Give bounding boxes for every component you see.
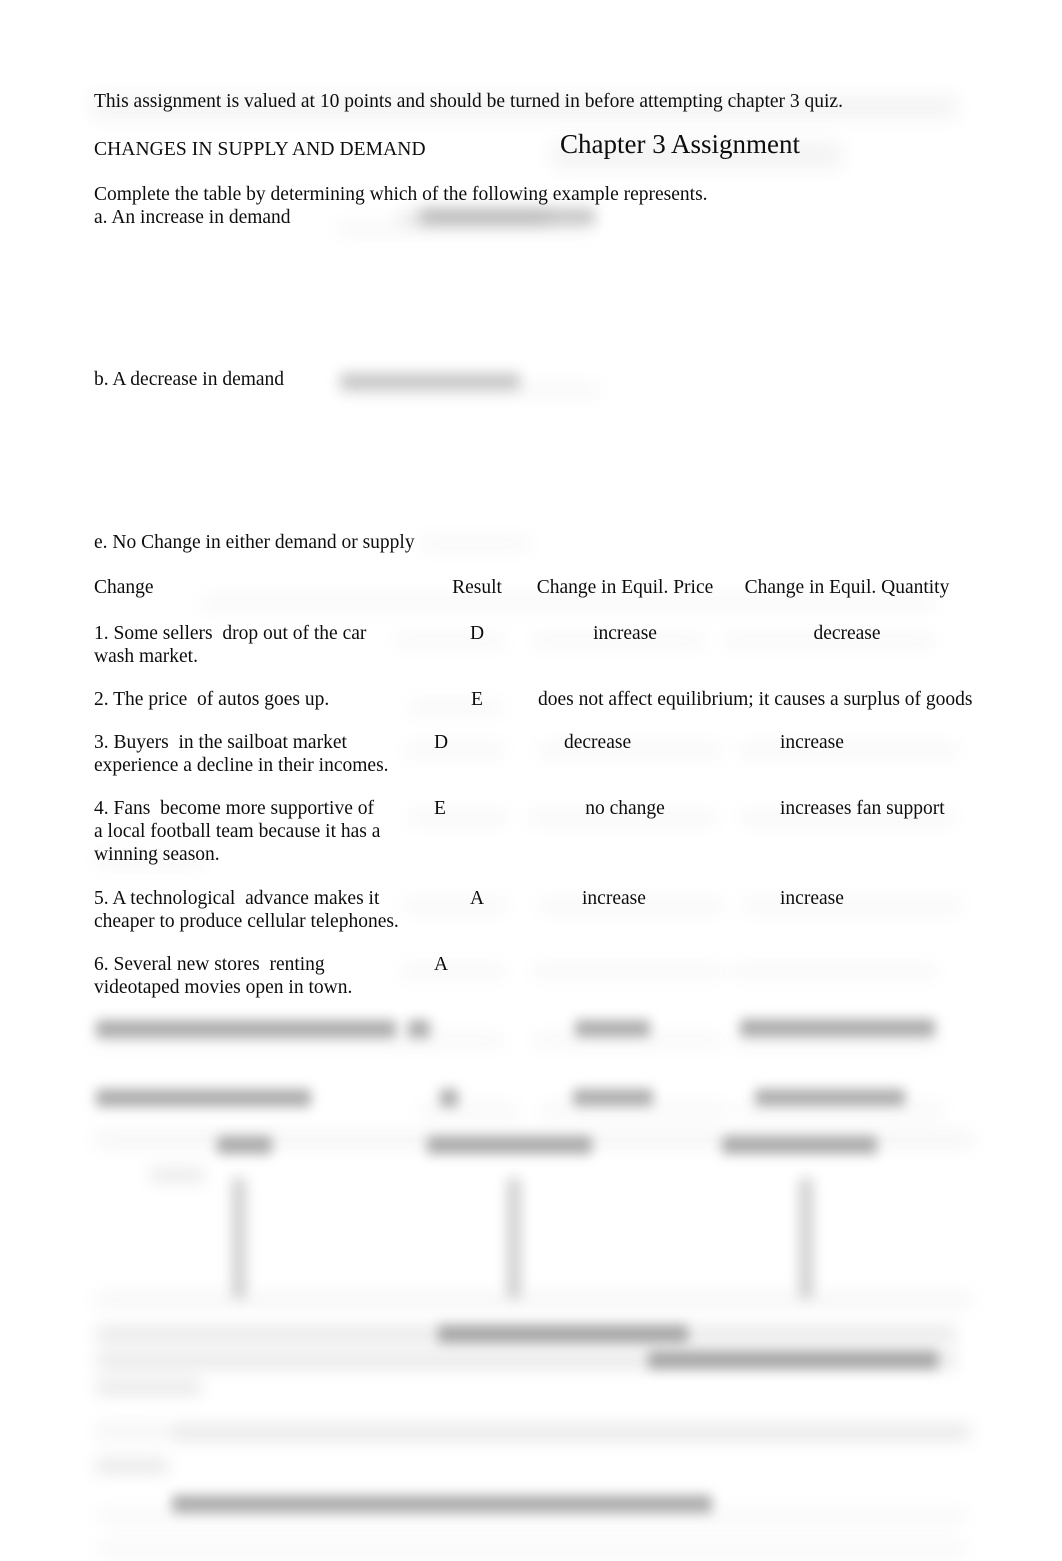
redacted-table-header [427, 1136, 592, 1154]
redacted-table-column [508, 1178, 520, 1298]
redaction-smudge [96, 1545, 966, 1554]
table-row: 2. The price of autos goes up. E does no… [94, 688, 974, 731]
row-quantity-change: increases fan support [780, 798, 945, 819]
row-change-text: 5. A technological advance makes it chea… [94, 888, 399, 932]
redacted-paragraph [172, 1495, 712, 1513]
row-price-change: increase [593, 623, 657, 644]
table-row: 3. Buyers in the sailboat market experie… [94, 731, 974, 797]
redaction-smudge [94, 1036, 504, 1045]
table-row: 4. Fans become more supportive of a loca… [94, 797, 974, 887]
column-header-change: Change [94, 577, 154, 598]
redacted-row [740, 1019, 935, 1037]
document-page: This assignment is valued at 10 points a… [0, 0, 1062, 1561]
row-change-text: 4. Fans become more supportive of a loca… [94, 798, 381, 865]
redaction-smudge [420, 539, 530, 548]
assignment-intro-line: This assignment is valued at 10 points a… [94, 91, 843, 112]
redacted-row [575, 1020, 650, 1037]
redacted-row [573, 1089, 653, 1106]
redacted-paragraph [96, 1458, 168, 1474]
option-b-decrease-in-demand: b. A decrease in demand [94, 369, 285, 390]
row-result-letter: A [469, 888, 485, 909]
row-change-text: 1. Some sellers drop out of the car wash… [94, 623, 367, 667]
redacted-row [755, 1089, 905, 1106]
redaction-smudge [740, 1106, 945, 1115]
redaction-smudge [340, 386, 600, 395]
table-row: 1. Some sellers drop out of the car wash… [94, 622, 974, 688]
row-change-text: 6. Several new stores renting videotaped… [94, 954, 353, 998]
redacted-table-column [800, 1178, 812, 1298]
redacted-paragraph [170, 1424, 970, 1441]
row-quantity-change: increase [780, 888, 844, 909]
redacted-paragraph [96, 1379, 201, 1395]
redaction-smudge [96, 1424, 166, 1439]
row-price-change: no change [585, 798, 665, 819]
table-header-row: Change Result Change in Equil. Price Cha… [94, 576, 974, 622]
row-quantity-change: decrease [813, 623, 881, 644]
redaction-smudge [533, 1036, 723, 1045]
page-title: Chapter 3 Assignment [560, 129, 800, 159]
option-a-increase-in-demand: a. An increase in demand [94, 207, 291, 228]
table-row: 5. A technological advance makes it chea… [94, 887, 974, 953]
redacted-table-column [233, 1178, 245, 1298]
redacted-row [96, 1089, 311, 1107]
redaction-smudge [418, 1106, 518, 1115]
redacted-table-header [722, 1136, 877, 1154]
redacted-paragraph [438, 1325, 688, 1343]
row-price-change: increase [582, 888, 646, 909]
redaction-smudge [150, 1168, 205, 1182]
redaction-smudge [420, 208, 595, 225]
column-header-result: Result [452, 577, 502, 598]
row-result-letter: E [471, 689, 483, 710]
option-e-no-change: e. No Change in either demand or supply [94, 532, 415, 553]
instruction-line: Complete the table by determining which … [94, 184, 708, 205]
row-result-letter: D [469, 623, 485, 644]
column-header-quantity: Change in Equil. Quantity [744, 577, 950, 598]
redaction-smudge [540, 1106, 730, 1115]
row-change-text: 3. Buyers in the sailboat market experie… [94, 732, 389, 776]
redacted-table-rule [94, 1294, 974, 1306]
row-result-letter: A [434, 954, 449, 975]
redaction-smudge [337, 224, 592, 233]
redacted-row [440, 1089, 458, 1107]
section-heading: CHANGES IN SUPPLY AND DEMAND [94, 139, 426, 160]
redacted-paragraph [648, 1351, 938, 1369]
table-row: 6. Several new stores renting videotaped… [94, 953, 974, 1013]
redaction-smudge [733, 1036, 938, 1045]
row-change-text: 2. The price of autos goes up. [94, 689, 330, 710]
row-price-change: decrease [564, 732, 632, 753]
row-quantity-change: increase [780, 732, 844, 753]
column-header-price: Change in Equil. Price [536, 577, 714, 598]
row-result-letter: D [434, 732, 449, 753]
redaction-smudge [96, 1513, 966, 1522]
row-equilibrium-note: does not affect equilibrium; it causes a… [538, 689, 973, 710]
redacted-table-header [217, 1136, 272, 1154]
supply-demand-table: Change Result Change in Equil. Price Cha… [94, 576, 974, 1013]
